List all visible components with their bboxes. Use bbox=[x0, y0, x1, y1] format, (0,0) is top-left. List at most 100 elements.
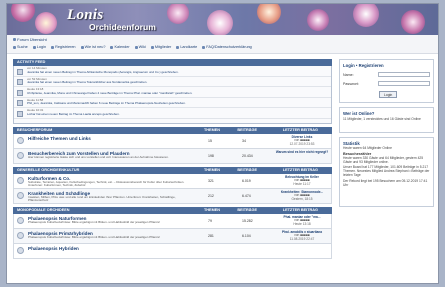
forum-icon bbox=[17, 192, 24, 199]
section-header: GENERELLE ORCHIDEENKULTUR THEMEN BEITRÄGE… bbox=[13, 167, 332, 174]
forum-description: Insekten, Milben, Pilze usw. und alle ru… bbox=[28, 196, 176, 203]
stats-box: Statistik Heute waren 64 Mitglieder Onli… bbox=[339, 137, 434, 207]
nav-item-privacy[interactable]: FAQ/Datenschutzerklärung bbox=[202, 45, 252, 49]
forum-icon bbox=[17, 247, 24, 254]
feed-item[interactable]: Heute 11:58 Phil_son, Jeannika, Cattisara… bbox=[14, 98, 331, 108]
last-post: Phal. amabilis x stuartiana von ■■■■■ 11.0… bbox=[274, 230, 330, 242]
nav-item-wiki[interactable]: Wiki bbox=[134, 45, 146, 49]
forum-row[interactable]: Phalaenopsis Hybriden bbox=[13, 244, 332, 259]
nav-item-label: Landkarte bbox=[180, 45, 198, 49]
feed-item[interactable]: Heute 10:31 Lothar hat einen neuen Beitra… bbox=[14, 108, 331, 119]
forum-title[interactable]: Phalaenopsis Hybriden bbox=[28, 246, 79, 251]
home-icon bbox=[13, 38, 16, 41]
col-last-post: LETZTER BEITRAG bbox=[282, 208, 318, 212]
online-title: Wer ist Online? bbox=[343, 111, 375, 116]
orchid-image bbox=[11, 4, 35, 22]
post-count: 34 bbox=[242, 139, 246, 143]
last-post-date: 12.07.2019 23:53 bbox=[289, 142, 315, 147]
activity-feed-header: ACTIVITY FEED bbox=[13, 59, 332, 66]
last-post-date: Heute 11:17 bbox=[293, 182, 311, 187]
feed-item[interactable]: Heute 13:18 Uhrbplieise, Jeannika, Mona u… bbox=[14, 87, 331, 98]
orchid-image bbox=[401, 10, 425, 34]
feed-text[interactable]: Uhrbplieise, Jeannika, Mona und Chimeang… bbox=[27, 92, 331, 96]
forum-row[interactable]: Krankheiten und Schädlinge Insekten, Mil… bbox=[13, 189, 332, 204]
feed-item[interactable]: vor 14 Minuten Jeannika hat einen neuen B… bbox=[14, 66, 331, 77]
orchid-image bbox=[35, 12, 57, 34]
thread-count: 79 bbox=[208, 219, 212, 223]
section-title: MONOPODIALE ORCHIDEEN bbox=[17, 208, 70, 212]
section-title: GENERELLE ORCHIDEENKULTUR bbox=[17, 168, 80, 172]
breadcrumb-home[interactable]: Forum Übersicht bbox=[17, 37, 47, 42]
orchid-image bbox=[167, 4, 189, 24]
section-header: MONOPODIALE ORCHIDEEN THEMEN BEITRÄGE LETZ… bbox=[13, 207, 332, 214]
col-posts: BEITRÄGE bbox=[237, 168, 257, 172]
last-post: Diverse Links von ■■■■■ 12.07.2019 23:53 bbox=[274, 135, 330, 147]
login-icon bbox=[32, 45, 36, 49]
calendar-icon bbox=[110, 45, 114, 49]
search-icon bbox=[13, 45, 16, 49]
forum-icon bbox=[17, 177, 24, 184]
password-field[interactable] bbox=[378, 81, 430, 86]
last-post-date: 11.08.2019 22:47 bbox=[289, 237, 315, 242]
forum-icon bbox=[17, 232, 24, 239]
forum-description bbox=[28, 141, 188, 148]
forum-row[interactable]: Besucherbereich zum Vorstellen und Plaud… bbox=[13, 149, 332, 164]
nav-item-map[interactable]: Landkarte bbox=[176, 45, 197, 49]
stats-line: Heute waren 64 Mitglieder Online bbox=[343, 146, 392, 150]
login-box: Login • Registrieren Name: Passwort: Log… bbox=[339, 59, 434, 103]
nav-item-new[interactable]: Wie ist neu? bbox=[80, 45, 105, 49]
forum-description: Substrate, Terrarien, Aquarien, Kulturbe… bbox=[28, 181, 185, 188]
orchid-image bbox=[257, 4, 281, 24]
feed-text[interactable]: Phil_son, Jeannika, Cattisara und Mariom… bbox=[27, 102, 331, 106]
forum-section: BESUCHERFORUM THEMEN BEITRÄGE LETZTER BEIT… bbox=[13, 127, 332, 164]
forum-description: Phalaenopsis Kulturbedurfnisse: Blüte er… bbox=[28, 221, 161, 224]
breadcrumb[interactable]: Forum Übersicht bbox=[13, 37, 47, 42]
col-threads: THEMEN bbox=[203, 208, 220, 212]
stats-line: Heute waren 330 Gäste und 64 Mitglieder,… bbox=[343, 156, 424, 165]
post-count: 6.104 bbox=[242, 234, 251, 238]
col-posts: BEITRÄGE bbox=[237, 128, 257, 132]
post-count: 15.282 bbox=[242, 219, 253, 223]
nav-item-register[interactable]: Registrieren bbox=[51, 45, 76, 49]
forum-row[interactable]: Kulturformen & Co. Substrate, Terrarien,… bbox=[13, 174, 332, 189]
avatar bbox=[17, 89, 23, 96]
forum-row[interactable]: Hilfreiche Themen und Links 15 34 Divers… bbox=[13, 134, 332, 149]
logo-subtitle[interactable]: Orchideenforum bbox=[89, 22, 156, 32]
post-count: 20.434 bbox=[242, 154, 253, 158]
login-title[interactable]: Login • Registrieren bbox=[343, 63, 430, 68]
login-button[interactable]: Login bbox=[379, 91, 398, 98]
last-post-title[interactable]: Warum sind es hier nicht regnegt? bbox=[274, 150, 330, 155]
nav-item-login[interactable]: Login bbox=[32, 45, 46, 49]
thread-count: 198 bbox=[208, 154, 214, 158]
nav-item-search[interactable]: Suche bbox=[13, 45, 28, 49]
forum-row[interactable]: Phalaenopsis Primärhybriden Phalaenopsis… bbox=[13, 229, 332, 244]
nav-item-label: Kalender bbox=[114, 45, 130, 49]
forum-row[interactable]: Phalaenopsis Naturformen Phalaenopsis Ku… bbox=[13, 214, 332, 229]
navbar: Forum Übersicht Suche Login Registrieren… bbox=[7, 35, 438, 54]
avatar bbox=[17, 68, 23, 75]
name-field[interactable] bbox=[378, 72, 430, 77]
last-post: Phal. maniae oder "ma... von ■■■■■ Heute 1… bbox=[274, 215, 330, 227]
last-post: Krankheiten: Stamonnode... von ■■■■■ Geste… bbox=[274, 190, 330, 202]
last-post-date: Heute 13:18 bbox=[293, 222, 311, 227]
feed-text[interactable]: Lothar hat einen neuen Beitrag im Thema … bbox=[27, 113, 331, 117]
activity-feed-title: ACTIVITY FEED bbox=[17, 60, 46, 64]
nav-item-calendar[interactable]: Kalender bbox=[110, 45, 130, 49]
feed-text[interactable]: Jeannika hat einen neuen Beitrag im Them… bbox=[27, 71, 331, 75]
online-text: 11 Mitglieder, 1 verstecktes und 16 Gäst… bbox=[343, 117, 421, 121]
nav-item-label: Registrieren bbox=[55, 45, 76, 49]
nav-item-members[interactable]: Mitglieder bbox=[150, 45, 171, 49]
feed-item[interactable]: vor 52 Minuten Jeannika hat einen neuen B… bbox=[14, 77, 331, 87]
feed-text[interactable]: Jeannika hat einen neuen Beitrag im Them… bbox=[27, 81, 331, 85]
forum-icon bbox=[17, 217, 24, 224]
forum-icon bbox=[17, 137, 24, 144]
map-icon bbox=[176, 45, 180, 49]
avatar bbox=[17, 79, 23, 85]
nav-item-label: Wiki bbox=[138, 45, 146, 49]
forum-icon bbox=[17, 152, 24, 159]
section-header: BESUCHERFORUM THEMEN BEITRÄGE LETZTER BEIT… bbox=[13, 127, 332, 134]
last-post: Warum sind es hier nicht regnegt? bbox=[274, 150, 330, 155]
col-posts: BEITRÄGE bbox=[237, 208, 257, 212]
register-icon bbox=[51, 45, 55, 49]
orchid-image bbox=[307, 9, 329, 31]
